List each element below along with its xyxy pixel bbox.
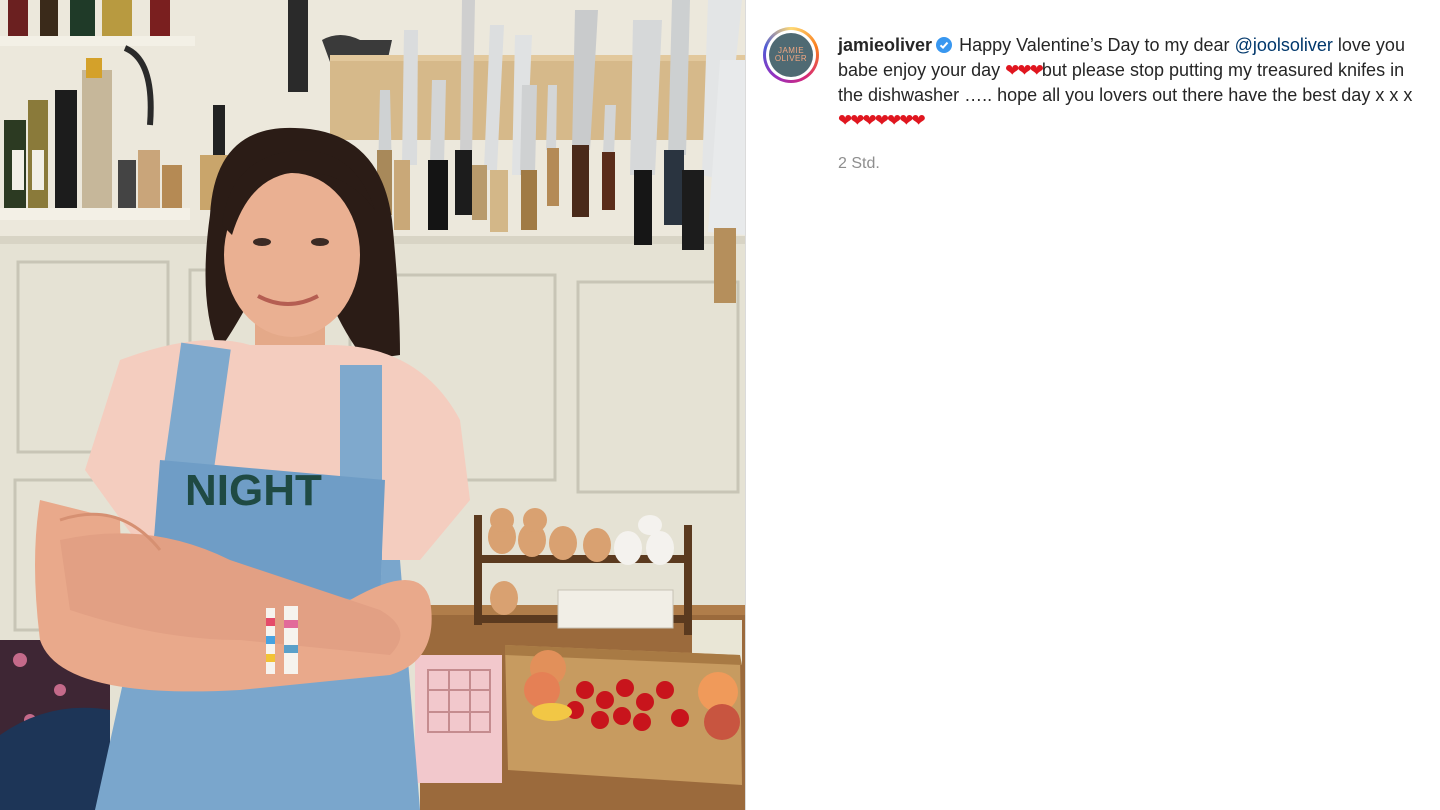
avatar-ring-inner: JAMIE OLIVER (766, 30, 816, 80)
mention-link[interactable]: @joolsoliver (1235, 35, 1333, 55)
heart-emoji-group-1: ❤❤❤ (1005, 61, 1044, 80)
post-timestamp[interactable]: 2 Std. (838, 154, 880, 174)
post-photo-illustration: NIGHT (0, 0, 745, 810)
panel-divider (745, 0, 746, 810)
post-caption: jamieoliver Happy Valentine’s Day to my … (838, 33, 1420, 133)
avatar-logo: JAMIE OLIVER (769, 33, 813, 77)
caption-text-1: Happy Valentine’s Day to my dear (959, 35, 1230, 55)
author-avatar[interactable]: JAMIE OLIVER (763, 27, 819, 83)
verified-badge-icon (936, 37, 953, 53)
shirt-text: NIGHT (185, 466, 322, 515)
post-image[interactable]: NIGHT (0, 0, 745, 810)
heart-emoji-group-2: ❤❤❤❤❤❤❤ (838, 111, 926, 130)
author-username[interactable]: jamieoliver (838, 35, 932, 55)
